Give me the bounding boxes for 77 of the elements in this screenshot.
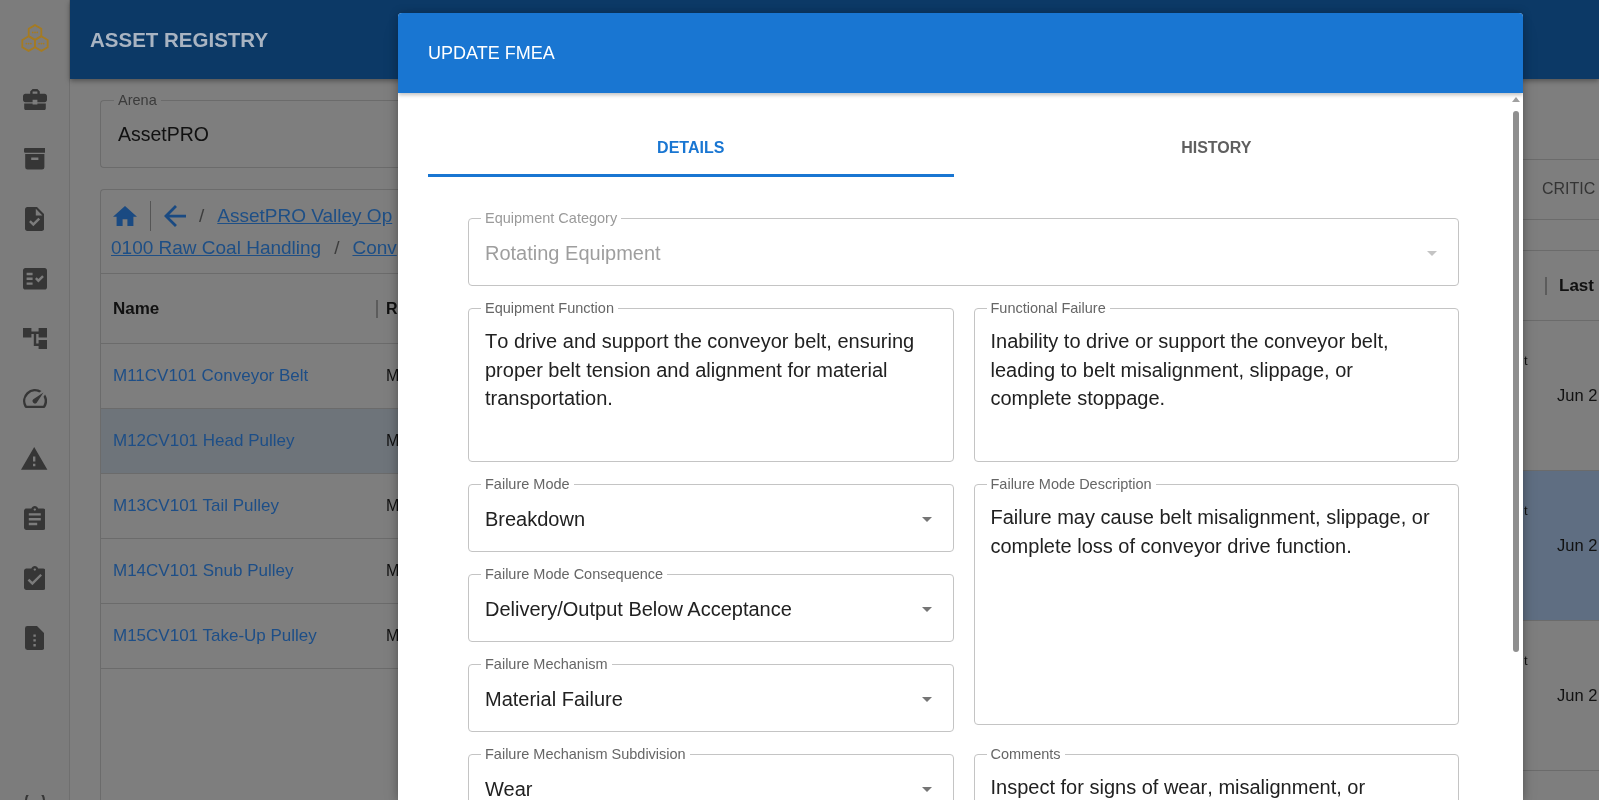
- column-header: Last: [1559, 275, 1594, 295]
- scroll-up-icon[interactable]: [1512, 97, 1520, 102]
- field-label: Functional Failure: [989, 300, 1107, 316]
- scrollbar-thumb[interactable]: [1513, 111, 1519, 652]
- tab[interactable]: HISTORY: [953, 121, 1479, 177]
- field-value: Failure may cause belt misalignment, slippage, or complete loss of conveyor drive function.: [989, 505, 1431, 559]
- field-label: Arena: [117, 92, 158, 108]
- table-cell: M: [386, 562, 398, 580]
- page-title: ASSET REGISTRY: [90, 27, 269, 52]
- text-area-field[interactable]: Equipment Function To drive and support the conveyor belt, ensuring proper belt tension and alignment for material transportation.: [468, 300, 954, 462]
- warning-icon[interactable]: [21, 446, 48, 470]
- table-cell: M: [386, 497, 398, 515]
- field-label: Failure Mode Consequence: [484, 566, 665, 582]
- column-header: Name: [113, 298, 160, 318]
- field-value: To drive and support the conveyor belt, ensuring proper belt tension and alignment for material transportation.: [484, 329, 916, 412]
- field-value: Material Failure: [485, 687, 624, 711]
- document-icon[interactable]: [24, 625, 45, 650]
- archive-box-icon[interactable]: [23, 148, 46, 171]
- table-cell: t: [1524, 503, 1528, 518]
- field-value: Delivery/Output Below Acceptance: [485, 597, 793, 621]
- field-value: Breakdown: [485, 507, 587, 531]
- table-cell: M: [386, 627, 398, 645]
- dropdown-field[interactable]: Failure Mode Breakdown: [468, 476, 954, 552]
- dropdown-field[interactable]: Failure Mechanism Material Failure: [468, 656, 954, 732]
- text-area-field[interactable]: Functional Failure Inability to drive or support the conveyor belt, leading to belt misalignment, slippage, or complete stoppage.: [973, 300, 1459, 462]
- dialog-title: UPDATE FMEA: [428, 42, 555, 64]
- caret-icon: [921, 786, 932, 792]
- gauge-icon[interactable]: [22, 388, 47, 409]
- breadcrumb-link[interactable]: 0100 Raw Coal Handling: [111, 237, 322, 259]
- table-cell: t: [1524, 353, 1528, 368]
- checklist-icon[interactable]: [22, 268, 47, 290]
- field-value: Rotating Equipment: [485, 241, 662, 265]
- caret-icon: [921, 696, 932, 702]
- field-label: Failure Mode: [484, 476, 571, 492]
- table-cell: Jun 2: [1557, 536, 1598, 555]
- breadcrumb-link[interactable]: Conv: [352, 237, 397, 259]
- hierarchy-icon[interactable]: [22, 327, 47, 350]
- document-check-icon[interactable]: [24, 207, 45, 232]
- asset-link[interactable]: M15CV101 Take-Up Pulley: [113, 626, 317, 645]
- caret-icon: [1427, 250, 1437, 256]
- asset-link[interactable]: M13CV101 Tail Pulley: [113, 496, 279, 515]
- table-cell: M: [386, 432, 398, 450]
- tab[interactable]: DETAILS: [428, 121, 954, 177]
- dropdown-field[interactable]: Failure Mode Consequence Delivery/Output Below Acceptance: [468, 566, 954, 642]
- caret-icon: [921, 606, 932, 612]
- home-icon[interactable]: [113, 205, 137, 227]
- field-label: Failure Mode Description: [989, 476, 1153, 492]
- field-label: Failure Mechanism Subdivision: [484, 746, 687, 762]
- field-value: Inability to drive or support the conveyor belt, leading to belt misalignment, slippage, or complete stoppage.: [989, 329, 1390, 412]
- clipboard-icon[interactable]: [23, 506, 46, 531]
- back-arrow-icon[interactable]: [164, 205, 186, 227]
- field-value: AssetPRO: [117, 122, 211, 147]
- breadcrumb-separator: /: [334, 237, 340, 259]
- field-value: Inspect for signs of wear, misalignment, or: [989, 775, 1367, 800]
- table-row[interactable]: t Jun 2: [1523, 471, 1599, 621]
- briefcase-icon[interactable]: [22, 88, 47, 111]
- breadcrumb-link[interactable]: AssetPRO Valley Op: [217, 205, 393, 227]
- breadcrumb-separator: /: [199, 205, 205, 227]
- table-cell: M: [386, 367, 398, 385]
- table-cell: t: [1524, 653, 1528, 668]
- caret-icon: [921, 516, 932, 522]
- table-row[interactable]: M12CV101 Head Pulley M: [101, 409, 398, 474]
- clipboard-check-icon[interactable]: [23, 565, 46, 590]
- text-area-field[interactable]: Failure Mode Description Failure may cause belt misalignment, slippage, or complete loss of conveyor drive function.: [973, 476, 1459, 725]
- field-label: Equipment Category: [484, 210, 619, 226]
- table-cell: Jun 2: [1557, 386, 1598, 405]
- text-area-field[interactable]: Comments Inspect for signs of wear, misalignment, or: [973, 746, 1459, 800]
- field-label: Comments: [989, 746, 1062, 762]
- asset-link[interactable]: M14CV101 Snub Pulley: [113, 561, 294, 580]
- field-label: Equipment Function: [484, 300, 615, 316]
- field-value: Wear: [485, 777, 534, 800]
- asset-link[interactable]: M11CV101 Conveyor Belt: [113, 366, 309, 385]
- column-header: R: [386, 299, 398, 317]
- tab[interactable]: CRITIC: [1542, 160, 1596, 219]
- table-cell: Jun 2: [1557, 686, 1598, 705]
- field-label: Failure Mechanism: [484, 656, 609, 672]
- dropdown-field[interactable]: Failure Mechanism Subdivision Wear: [468, 746, 954, 800]
